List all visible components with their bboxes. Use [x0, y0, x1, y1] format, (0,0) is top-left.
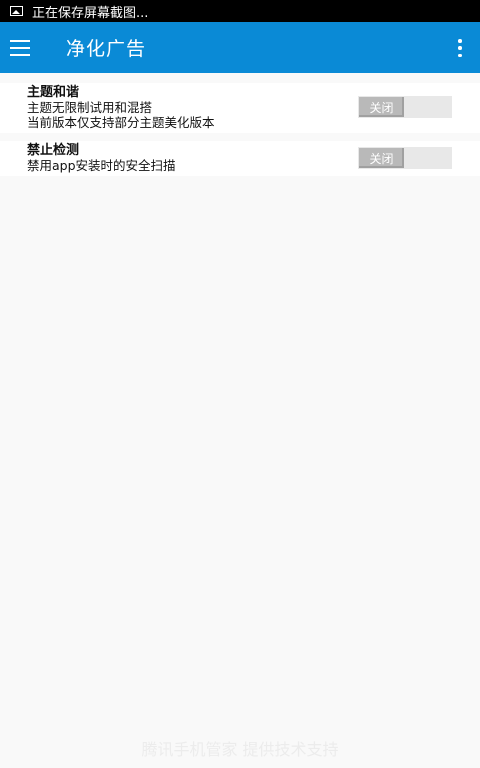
detection-toggle[interactable]: 关闭: [358, 147, 452, 169]
more-options-icon[interactable]: [456, 39, 464, 57]
settings-list: 主题和谐 主题无限制试用和混搭 当前版本仅支持部分主题美化版本 关闭 禁止检测 …: [0, 73, 480, 176]
menu-icon[interactable]: [0, 22, 50, 73]
toggle-knob: 关闭: [359, 97, 404, 117]
image-icon: [10, 6, 23, 16]
status-bar: 正在保存屏幕截图...: [0, 0, 480, 22]
page-title: 净化广告: [66, 38, 147, 60]
setting-row-theme: 主题和谐 主题无限制试用和混搭 当前版本仅支持部分主题美化版本 关闭: [0, 83, 480, 133]
setting-row-detection: 禁止检测 禁用app安装时的安全扫描 关闭: [0, 141, 480, 176]
theme-toggle[interactable]: 关闭: [358, 96, 452, 118]
status-text: 正在保存屏幕截图...: [32, 5, 149, 21]
watermark: 腾讯手机管家 提供技术支持: [141, 740, 339, 759]
toggle-knob: 关闭: [359, 148, 404, 168]
app-bar: 净化广告: [0, 22, 480, 73]
